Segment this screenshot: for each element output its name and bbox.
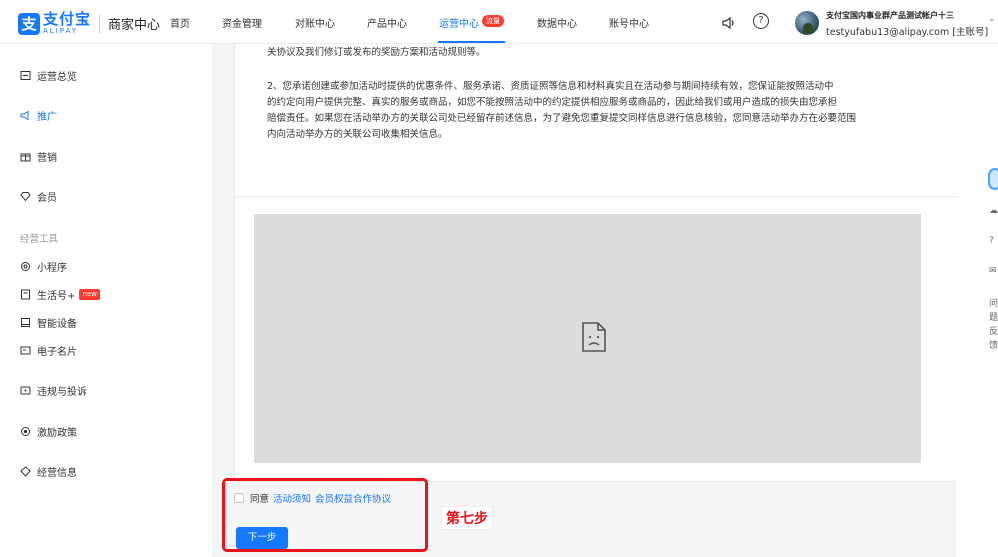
assistant-icon[interactable] bbox=[988, 168, 998, 190]
sidebar: 运营总览 推广 营销 会员 经营工具 小程序 生活号+ new 智能设备 电子名… bbox=[0, 44, 212, 557]
sidebar-item-label: 经营信息 bbox=[37, 468, 77, 479]
image-placeholder bbox=[254, 214, 921, 463]
step-annotation: 第七步 bbox=[441, 506, 493, 530]
feedback-char-1: 问 bbox=[989, 299, 998, 309]
device-icon bbox=[20, 317, 31, 328]
help-icon[interactable]: ? bbox=[753, 13, 769, 29]
sidebar-item-incentive[interactable]: 激励政策 bbox=[20, 424, 77, 439]
sidebar-item-miniapp[interactable]: 小程序 bbox=[20, 259, 67, 274]
chevron-down-icon[interactable]: ⌄ bbox=[988, 14, 996, 24]
avatar[interactable] bbox=[795, 11, 819, 35]
sidebar-item-member[interactable]: 会员 bbox=[20, 189, 57, 204]
nav-operations[interactable]: 运营中心 bbox=[439, 15, 479, 30]
speaker-icon[interactable] bbox=[720, 14, 738, 32]
sidebar-item-label: 智能设备 bbox=[37, 319, 77, 330]
complaint-icon bbox=[20, 385, 31, 396]
sidebar-item-label: 营销 bbox=[37, 153, 57, 164]
app-name: 商家中心 bbox=[108, 18, 161, 33]
agreement-line-3: 赔偿责任。如果您在活动举办方的关联公司处已经留存前述信息，为了避免您重复提交同样… bbox=[267, 113, 857, 124]
top-navigation-bar: 支 支付宝 ALIPAY 商家中心 首页 资金管理 对账中心 产品中心 运营中心… bbox=[0, 0, 998, 44]
traffic-badge: 流量 bbox=[482, 15, 504, 27]
business-info-icon bbox=[20, 466, 31, 477]
account-name: 支付宝国内事业群产品测试帐户十三 bbox=[826, 11, 954, 20]
image-card bbox=[234, 196, 958, 482]
sidebar-item-label: 违规与投诉 bbox=[37, 387, 87, 398]
new-badge: new bbox=[79, 289, 100, 300]
nav-products[interactable]: 产品中心 bbox=[367, 15, 407, 30]
sidebar-item-device[interactable]: 智能设备 bbox=[20, 315, 77, 330]
agreement-line-1: 2、您承诺创建或参加活动时提供的优惠条件、服务承诺、资质证照等信息和材料真实且在… bbox=[267, 81, 834, 92]
overview-icon bbox=[20, 70, 31, 81]
feedback-char-4: 馈 bbox=[989, 341, 998, 351]
nav-reconciliation[interactable]: 对账中心 bbox=[295, 15, 335, 30]
mail-icon[interactable]: ✉ bbox=[989, 266, 997, 276]
sidebar-item-marketing[interactable]: 营销 bbox=[20, 149, 57, 164]
logo-text-cn: 支付宝 bbox=[43, 10, 92, 28]
alipay-logo-icon: 支 bbox=[18, 12, 40, 35]
member-icon bbox=[20, 191, 31, 202]
broken-image-icon bbox=[582, 322, 606, 352]
logo-text-en: ALIPAY bbox=[43, 27, 79, 35]
account-email: testyufabu13@alipay.com [主账号] bbox=[826, 27, 989, 38]
sidebar-item-label: 小程序 bbox=[37, 263, 67, 274]
nav-funds[interactable]: 资金管理 bbox=[222, 15, 262, 30]
sidebar-item-label: 运营总览 bbox=[37, 72, 77, 83]
alipay-logo[interactable]: 支 支付宝 ALIPAY 商家中心 bbox=[18, 12, 160, 35]
sidebar-item-label: 推广 bbox=[37, 112, 57, 123]
sidebar-item-promotion[interactable]: 推广 bbox=[20, 108, 57, 123]
sidebar-item-card[interactable]: 电子名片 bbox=[20, 343, 77, 358]
nav-home[interactable]: 首页 bbox=[170, 15, 190, 30]
sidebar-item-label: 激励政策 bbox=[37, 428, 77, 439]
agreement-line-2: 的约定向用户提供完整、真实的服务或商品，如您不能按照活动中的约定提供相应服务或商… bbox=[267, 97, 838, 108]
sidebar-item-overview[interactable]: 运营总览 bbox=[20, 68, 77, 83]
miniapp-icon bbox=[20, 261, 31, 272]
active-nav-indicator bbox=[438, 41, 505, 43]
marketing-icon bbox=[20, 151, 31, 162]
promotion-icon bbox=[20, 110, 31, 121]
annotation-highlight-box bbox=[222, 478, 428, 552]
feedback-char-3: 反 bbox=[989, 327, 998, 337]
sidebar-item-label: 电子名片 bbox=[37, 347, 77, 358]
nav-account[interactable]: 账号中心 bbox=[609, 15, 649, 30]
sidebar-item-label: 生活号+ bbox=[37, 291, 76, 302]
sidebar-item-lifeaccount[interactable]: 生活号+ new bbox=[20, 287, 100, 302]
logo-divider bbox=[99, 14, 101, 33]
sidebar-item-business-info[interactable]: 经营信息 bbox=[20, 464, 77, 479]
lifeaccount-icon bbox=[20, 289, 31, 300]
agreement-line-4: 内向活动举办方的关联公司收集相关信息。 bbox=[267, 129, 448, 140]
question-icon[interactable]: ? bbox=[989, 236, 994, 246]
cloud-icon[interactable]: ☁ bbox=[989, 206, 998, 216]
sidebar-item-label: 会员 bbox=[37, 193, 57, 204]
incentive-icon bbox=[20, 426, 31, 437]
sidebar-item-complaint[interactable]: 违规与投诉 bbox=[20, 383, 87, 398]
card-icon bbox=[20, 345, 31, 356]
floating-helper-panel[interactable]: ☁ ? ✉ 问 题 反 馈 bbox=[986, 168, 998, 368]
clipped-text-line: 关协议及我们修订或发布的奖励方案和活动规则等。 bbox=[267, 47, 486, 58]
nav-data[interactable]: 数据中心 bbox=[537, 15, 577, 30]
feedback-char-2: 题 bbox=[989, 313, 998, 323]
sidebar-group-title: 经营工具 bbox=[20, 234, 59, 245]
